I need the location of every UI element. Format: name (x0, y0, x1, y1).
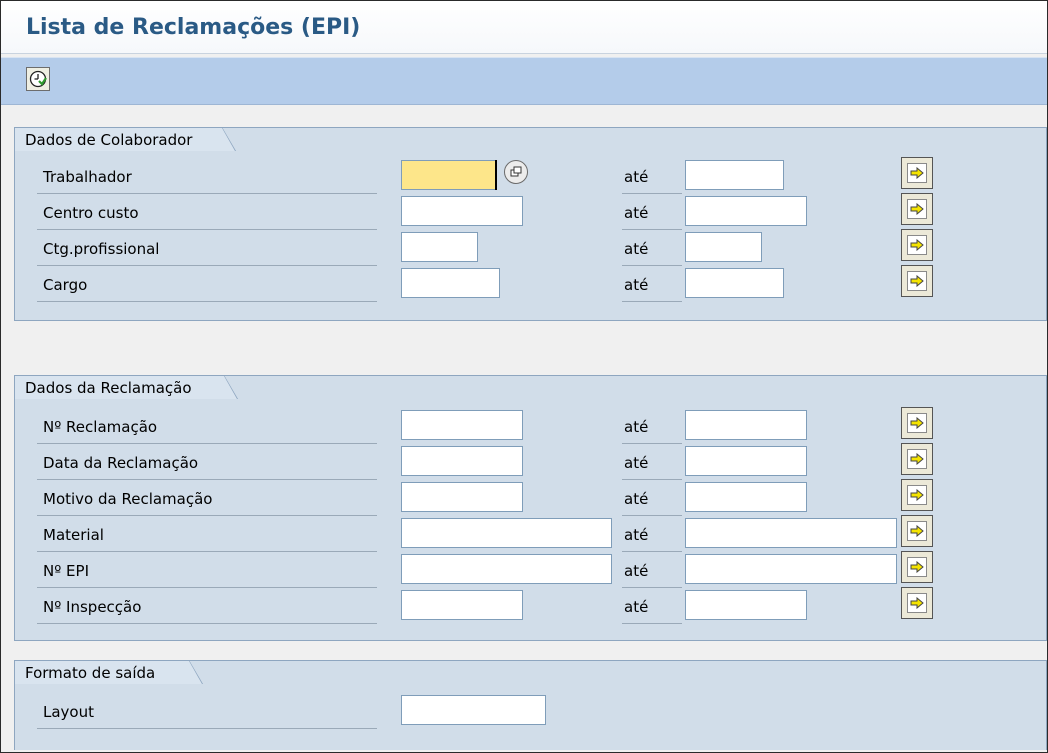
centro-custo-to-input[interactable] (685, 196, 807, 226)
field-label: Nº EPI (37, 557, 377, 588)
row-centro-custo: Centro custo até (37, 193, 1037, 231)
block-title-colaborador: Dados de Colaborador (14, 127, 236, 151)
copy-window-icon (510, 166, 522, 177)
row-motivo-reclamacao: Motivo da Reclamação até (37, 479, 1037, 517)
clock-execute-icon (29, 70, 47, 88)
row-data-reclamacao: Data da Reclamação até (37, 443, 1037, 481)
material-to-input[interactable] (685, 518, 897, 548)
yellow-arrow-right-icon (910, 453, 924, 465)
ate-label: até (622, 413, 682, 444)
yellow-arrow-right-icon (910, 489, 924, 501)
cargo-from-input[interactable] (401, 268, 500, 298)
motivo-reclamacao-from-input[interactable] (401, 482, 523, 512)
row-ctg-profissional: Ctg.profissional até (37, 229, 1037, 267)
layout-input[interactable] (401, 695, 546, 725)
ate-label: até (622, 235, 682, 266)
row-layout: Layout (37, 695, 1037, 730)
row-n-epi: Nº EPI até (37, 551, 1037, 589)
n-reclamacao-from-input[interactable] (401, 410, 523, 440)
field-label: Nº Reclamação (37, 413, 377, 444)
block-title-saida: Formato de saída (14, 660, 203, 684)
n-inspeccao-from-input[interactable] (401, 590, 523, 620)
field-label: Cargo (37, 271, 377, 302)
yellow-arrow-right-icon (910, 417, 924, 429)
yellow-arrow-right-icon (910, 203, 924, 215)
yellow-arrow-right-icon (910, 561, 924, 573)
row-trabalhador: Trabalhador até (37, 157, 1037, 195)
field-label: Material (37, 521, 377, 552)
yellow-arrow-right-icon (910, 597, 924, 609)
motivo-reclamacao-to-input[interactable] (685, 482, 807, 512)
ate-label: até (622, 163, 682, 194)
ctg-profissional-multiple-selection-button[interactable] (901, 229, 933, 261)
trabalhador-from-input[interactable] (401, 160, 497, 190)
trabalhador-to-input[interactable] (685, 160, 784, 190)
row-material: Material até (37, 515, 1037, 553)
material-multiple-selection-button[interactable] (901, 515, 933, 547)
ate-label: até (622, 449, 682, 480)
n-epi-to-input[interactable] (685, 554, 897, 584)
field-label: Motivo da Reclamação (37, 485, 377, 516)
sap-selection-screen: Lista de Reclamações (EPI) Dados de Cola… (0, 0, 1048, 753)
field-label: Data da Reclamação (37, 449, 377, 480)
block-formato-saida: Formato de saída Layout (14, 660, 1047, 750)
n-epi-from-input[interactable] (401, 554, 612, 584)
application-toolbar (1, 57, 1047, 105)
n-inspeccao-multiple-selection-button[interactable] (901, 587, 933, 619)
ate-label: até (622, 557, 682, 588)
data-reclamacao-from-input[interactable] (401, 446, 523, 476)
yellow-arrow-right-icon (910, 525, 924, 537)
n-reclamacao-multiple-selection-button[interactable] (901, 407, 933, 439)
motivo-reclamacao-multiple-selection-button[interactable] (901, 479, 933, 511)
field-label: Ctg.profissional (37, 235, 377, 266)
ate-label: até (622, 521, 682, 552)
material-from-input[interactable] (401, 518, 612, 548)
ate-label: até (622, 199, 682, 230)
field-label: Centro custo (37, 199, 377, 230)
n-epi-multiple-selection-button[interactable] (901, 551, 933, 583)
yellow-arrow-right-icon (910, 275, 924, 287)
cargo-multiple-selection-button[interactable] (901, 265, 933, 297)
multiple-selection-button[interactable] (504, 160, 528, 184)
row-n-reclamacao: Nº Reclamação até (37, 407, 1037, 445)
row-cargo: Cargo até (37, 265, 1037, 303)
row-n-inspeccao: Nº Inspecção até (37, 587, 1037, 625)
yellow-arrow-right-icon (910, 167, 924, 179)
n-inspeccao-to-input[interactable] (685, 590, 807, 620)
block-title-reclamacao: Dados da Reclamação (14, 375, 238, 399)
page-title: Lista de Reclamações (EPI) (26, 15, 361, 40)
field-label: Trabalhador (37, 163, 377, 194)
trabalhador-multiple-selection-button[interactable] (901, 157, 933, 189)
data-reclamacao-multiple-selection-button[interactable] (901, 443, 933, 475)
block-dados-colaborador: Dados de Colaborador Trabalhador até Cen… (14, 127, 1047, 321)
ctg-profissional-to-input[interactable] (685, 232, 762, 262)
title-bar: Lista de Reclamações (EPI) (1, 1, 1047, 54)
yellow-arrow-right-icon (910, 239, 924, 251)
centro-custo-multiple-selection-button[interactable] (901, 193, 933, 225)
ate-label: até (622, 485, 682, 516)
centro-custo-from-input[interactable] (401, 196, 523, 226)
text-cursor (495, 160, 497, 190)
data-reclamacao-to-input[interactable] (685, 446, 807, 476)
ate-label: até (622, 271, 682, 302)
field-label: Layout (37, 698, 377, 729)
ctg-profissional-from-input[interactable] (401, 232, 478, 262)
n-reclamacao-to-input[interactable] (685, 410, 807, 440)
ate-label: até (622, 593, 682, 624)
execute-button[interactable] (26, 67, 50, 91)
block-dados-reclamacao: Dados da Reclamação Nº Reclamação até Da… (14, 375, 1047, 641)
field-label: Nº Inspecção (37, 593, 377, 624)
cargo-to-input[interactable] (685, 268, 784, 298)
